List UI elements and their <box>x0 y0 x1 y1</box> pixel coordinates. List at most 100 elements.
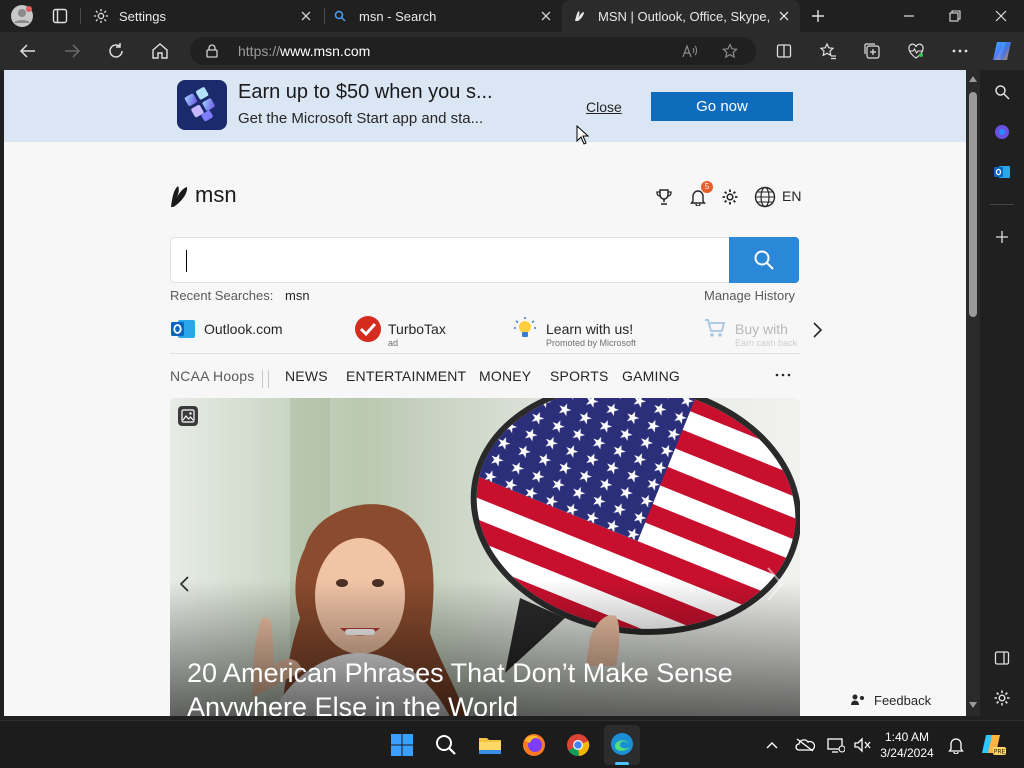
hero-headline[interactable]: 20 American Phrases That Don’t Make Sens… <box>187 658 733 716</box>
divider <box>170 353 800 354</box>
msn-logo-text[interactable]: msn <box>195 182 237 208</box>
home-icon[interactable] <box>148 39 172 63</box>
sidebar-divider <box>990 204 1014 205</box>
lightbulb-icon <box>512 315 538 343</box>
profile-avatar[interactable] <box>8 3 36 29</box>
address-bar[interactable]: https://www.msn.com <box>190 37 756 65</box>
promo-banner: Earn up to $50 when you s... Get the Mic… <box>4 70 966 142</box>
read-aloud-icon[interactable] <box>680 42 700 60</box>
new-tab-button[interactable] <box>806 4 830 28</box>
banner-subtitle: Get the Microsoft Start app and sta... <box>238 110 484 127</box>
nav-sports[interactable]: SPORTS <box>550 368 609 384</box>
copilot-preview-icon[interactable]: PRE <box>978 731 1008 759</box>
shopping-cart-icon <box>704 317 726 339</box>
outlook-icon <box>170 317 196 341</box>
back-icon[interactable] <box>16 39 40 63</box>
favorites-icon[interactable] <box>816 39 840 63</box>
msn-logo-icon[interactable] <box>168 180 192 210</box>
copilot-icon[interactable] <box>988 37 1016 65</box>
gear-icon <box>92 7 110 25</box>
firefox-icon[interactable] <box>520 731 548 759</box>
close-window-icon[interactable] <box>988 4 1014 28</box>
quick-link-learn[interactable]: Learn with us! <box>546 321 633 337</box>
edge-icon <box>611 733 633 755</box>
rewards-trophy-icon[interactable] <box>652 186 676 208</box>
msn-icon <box>572 8 588 24</box>
nav-news[interactable]: NEWS <box>285 368 328 384</box>
feedback-icon <box>851 694 864 705</box>
show-hidden-icons-icon[interactable] <box>762 735 782 755</box>
nav-entertainment[interactable]: ENTERTAINMENT <box>346 368 466 384</box>
page-scrollbar[interactable] <box>966 70 980 716</box>
chevron-right-icon[interactable] <box>808 320 826 340</box>
close-tab-icon[interactable] <box>776 8 792 24</box>
ad-label: ad <box>388 338 399 348</box>
sidebar-settings-icon[interactable] <box>990 686 1014 710</box>
search-icon <box>754 250 774 270</box>
scroll-thumb[interactable] <box>969 92 977 317</box>
refresh-icon[interactable] <box>104 39 128 63</box>
quick-link-buy-with[interactable]: Buy with <box>735 321 797 337</box>
sidebar-panel-icon[interactable] <box>990 646 1014 670</box>
tab-actions-icon[interactable] <box>48 4 72 28</box>
scroll-up-icon[interactable] <box>969 76 977 82</box>
windows-start-icon[interactable] <box>388 731 416 759</box>
sidebar-search-icon[interactable] <box>990 80 1014 104</box>
gallery-icon <box>178 406 198 426</box>
system-clock[interactable]: 1:40 AM 3/24/2024 <box>872 729 942 761</box>
collections-icon[interactable] <box>860 39 884 63</box>
search-button[interactable] <box>729 237 799 283</box>
windows-taskbar: 1:40 AM 3/24/2024 PRE <box>0 720 1024 768</box>
manage-history-link[interactable]: Manage History <box>704 288 795 303</box>
carousel-prev-icon[interactable] <box>176 572 194 596</box>
taskbar-search-icon[interactable] <box>432 731 460 759</box>
tab-title: msn - Search <box>359 9 437 24</box>
favorite-star-icon[interactable] <box>720 41 740 61</box>
address-url: https://www.msn.com <box>238 43 371 59</box>
language-globe-icon[interactable] <box>753 185 777 209</box>
quick-link-outlook[interactable]: Outlook.com <box>204 321 283 337</box>
hero-article-card[interactable]: 20 American Phrases That Don’t Make Sens… <box>170 398 800 716</box>
sidebar-add-icon[interactable] <box>990 225 1014 249</box>
lock-icon[interactable] <box>204 43 220 59</box>
page-content: Earn up to $50 when you s... Get the Mic… <box>4 70 966 716</box>
category-nav: NCAA Hoops NEWS ENTERTAINMENT MONEY SPOR… <box>4 368 966 388</box>
recent-search-term[interactable]: msn <box>285 288 310 303</box>
split-screen-icon[interactable] <box>772 39 796 63</box>
sidebar-copilot-icon[interactable] <box>990 120 1014 144</box>
feedback-button[interactable]: Feedback <box>842 682 942 716</box>
restore-icon[interactable] <box>942 4 968 28</box>
nav-ncaa-hoops[interactable]: NCAA Hoops <box>170 368 254 384</box>
scroll-down-icon[interactable] <box>969 702 977 708</box>
nav-money[interactable]: MONEY <box>479 368 531 384</box>
close-tab-icon[interactable] <box>538 8 554 24</box>
volume-muted-icon[interactable] <box>852 735 872 755</box>
tab-settings[interactable]: Settings <box>84 0 322 32</box>
search-input[interactable] <box>170 237 730 283</box>
settings-gear-icon[interactable] <box>718 186 742 208</box>
edge-taskbar-button[interactable] <box>604 725 640 765</box>
mouse-cursor-icon <box>576 125 590 145</box>
banner-close-link[interactable]: Close <box>586 99 622 115</box>
file-explorer-icon[interactable] <box>476 731 504 759</box>
tab-msn-home[interactable]: MSN | Outlook, Office, Skype, Bing <box>562 0 800 32</box>
network-icon[interactable] <box>826 735 846 755</box>
notification-center-icon[interactable] <box>946 735 966 755</box>
nav-gaming[interactable]: GAMING <box>622 368 680 384</box>
language-label[interactable]: EN <box>782 188 801 204</box>
text-caret <box>186 250 187 272</box>
minimize-icon[interactable] <box>896 4 922 28</box>
quick-link-turbotax[interactable]: TurboTax <box>388 321 446 337</box>
tab-msn-search[interactable]: msn - Search <box>326 0 558 32</box>
chrome-icon[interactable] <box>564 731 592 759</box>
search-icon <box>332 8 348 24</box>
go-now-button[interactable]: Go now <box>651 92 793 121</box>
more-categories-icon[interactable] <box>774 370 792 380</box>
sidebar-outlook-icon[interactable] <box>990 160 1014 184</box>
onedrive-offline-icon[interactable] <box>794 735 816 755</box>
close-tab-icon[interactable] <box>298 8 314 24</box>
browser-essentials-icon[interactable] <box>904 39 928 63</box>
promoted-label: Promoted by Microsoft <box>546 338 637 348</box>
more-menu-icon[interactable] <box>948 39 972 63</box>
active-app-indicator <box>615 762 629 765</box>
